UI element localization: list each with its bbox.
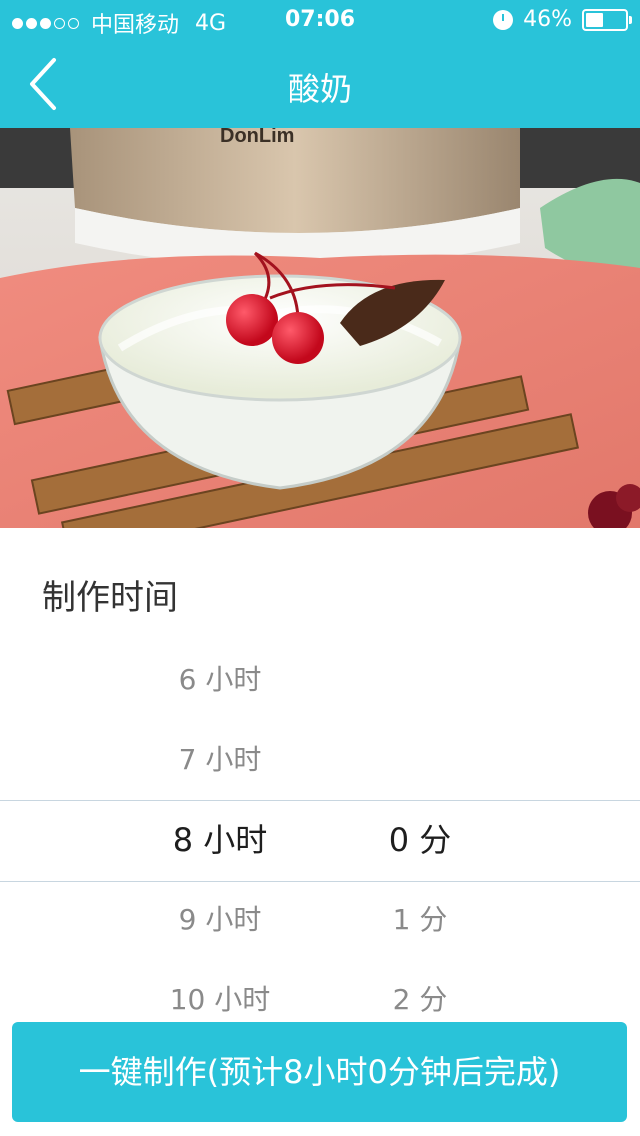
- hour-option[interactable]: 8 小时: [120, 800, 320, 880]
- battery-icon: [582, 8, 632, 31]
- hour-option[interactable]: 6 小时: [120, 640, 320, 720]
- hour-option[interactable]: 7 小时: [120, 720, 320, 800]
- status-bar: 中国移动 4G 07:06 46%: [0, 0, 640, 40]
- alarm-icon: [493, 9, 514, 30]
- hour-option[interactable]: 9 小时: [120, 880, 320, 960]
- status-right: 46%: [493, 7, 632, 32]
- battery-percent: 46%: [523, 7, 572, 32]
- nav-bar: 酸奶: [0, 40, 640, 128]
- start-making-button[interactable]: 一键制作(预计8小时0分钟后完成): [12, 1022, 627, 1122]
- machine-brand: DonLim: [220, 128, 294, 147]
- page-title: 酸奶: [287, 70, 352, 108]
- minute-option[interactable]: [320, 640, 520, 720]
- yogurt-photo: DonLim: [0, 128, 640, 528]
- section-title: 制作时间: [42, 578, 178, 618]
- yogurt-illustration: DonLim: [0, 128, 640, 528]
- minute-option[interactable]: [320, 720, 520, 800]
- time-picker[interactable]: 6 小时 7 小时 8 小时 9 小时 10 小时 0 分 1 分 2 分: [0, 640, 640, 1040]
- minute-option[interactable]: 0 分: [320, 800, 520, 880]
- battery-fill: [586, 12, 604, 27]
- minute-option[interactable]: 1 分: [320, 880, 520, 960]
